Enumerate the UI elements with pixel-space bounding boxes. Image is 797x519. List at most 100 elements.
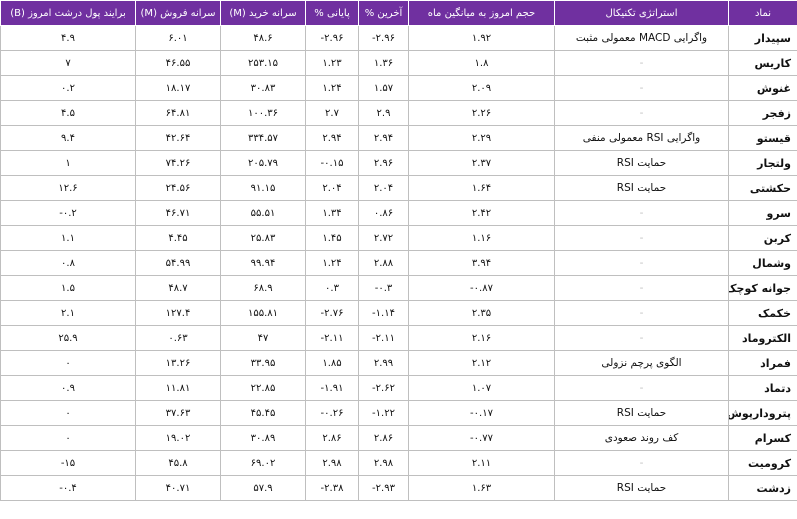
- cell-volume: ۱.۶۳: [408, 475, 555, 501]
- table-row[interactable]: کرومیت -۲.۱۱ ۲.۹۸ ۲.۹۸ ۶۹.۰۲ ۴۵.۸ -۱۵: [0, 450, 797, 476]
- cell-buy-per-capita: ۳۳۴.۵۷: [220, 125, 306, 151]
- table-row[interactable]: زدشت حمایت RSI ۱.۶۳ -۲.۹۳ -۲.۳۸ ۵۷.۹ ۴۰.۷۱ -۰.۴: [0, 475, 797, 501]
- cell-buy-per-capita: ۶۹.۰۲: [220, 450, 306, 476]
- cell-sell-per-capita: ۳۷.۶۳: [135, 400, 221, 426]
- cell-last-percent: ۱.۵۷: [358, 75, 409, 101]
- cell-strategy: -: [554, 75, 729, 101]
- col-header-buy-per-capita[interactable]: سرانه خرید (M): [220, 0, 306, 26]
- cell-symbol: فمراد: [728, 350, 797, 376]
- cell-net-money: ۱.۱: [0, 225, 136, 251]
- cell-symbol: ولتجار: [728, 150, 797, 176]
- col-header-strategy[interactable]: استراتژی تکنیکال: [554, 0, 729, 26]
- cell-last-percent: -۱.۱۴: [358, 300, 409, 326]
- cell-symbol: زفجر: [728, 100, 797, 126]
- table-row[interactable]: غنوش -۲.۰۹ ۱.۵۷ ۱.۲۴ ۳۰.۸۳ ۱۸.۱۷ ۰.۲: [0, 75, 797, 101]
- cell-volume: ۲.۳۷: [408, 150, 555, 176]
- cell-strategy: کف روند صعودی: [554, 425, 729, 451]
- cell-symbol: کسرام: [728, 425, 797, 451]
- table-row[interactable]: قیستو واگرایی RSI معمولی منفی ۲.۲۹ ۲.۹۴ ۲.۹۴…: [0, 125, 797, 151]
- cell-buy-per-capita: ۲۲.۸۵: [220, 375, 306, 401]
- cell-strategy: الگوی پرچم نزولی: [554, 350, 729, 376]
- cell-strategy: -: [554, 275, 729, 301]
- cell-volume: ۲.۲۹: [408, 125, 555, 151]
- table-row[interactable]: زفجر -۲.۲۶ ۲.۹ ۲.۷ ۱۰۰.۳۶ ۶۴.۸۱ ۴.۵: [0, 100, 797, 126]
- cell-symbol: حکشتی: [728, 175, 797, 201]
- table-row[interactable]: حکشتی حمایت RSI ۱.۶۴ ۲.۰۴ ۲.۰۴ ۹۱.۱۵ ۲۴.۵۶ ۱۲.۶: [0, 175, 797, 201]
- cell-symbol: سپیدار: [728, 25, 797, 51]
- cell-last-percent: -۱.۲۲: [358, 400, 409, 426]
- table-row[interactable]: فمراد الگوی پرچم نزولی ۲.۱۲ ۲.۹۹ ۱.۸۵ ۳۳.۹۵ ۱۳…: [0, 350, 797, 376]
- col-header-final[interactable]: پایانی %: [305, 0, 359, 26]
- table-row[interactable]: خکمک -۲.۳۵ -۱.۱۴ -۲.۷۶ ۱۵۵.۸۱ ۱۲۷.۴ ۲.۱: [0, 300, 797, 326]
- cell-final-percent: -۲.۹۶: [305, 25, 359, 51]
- cell-symbol: دتماد: [728, 375, 797, 401]
- col-header-net-money[interactable]: برایند پول درشت امروز (B): [0, 0, 136, 26]
- cell-buy-per-capita: ۴۸.۶: [220, 25, 306, 51]
- cell-volume: ۲.۱۲: [408, 350, 555, 376]
- cell-net-money: ۴.۹: [0, 25, 136, 51]
- cell-sell-per-capita: ۵۴.۹۹: [135, 250, 221, 276]
- table-row[interactable]: کربن -۱.۱۶ ۲.۷۲ ۱.۴۵ ۲۵.۸۳ ۴.۴۵ ۱.۱: [0, 225, 797, 251]
- cell-last-percent: ۰.۸۶: [358, 200, 409, 226]
- table-row[interactable]: پترودارپوش حمایت RSI -۰.۱۷ -۱.۲۲ -۰.۲۶ ۴۵.۴۵ ۳…: [0, 400, 797, 426]
- cell-strategy: واگرایی RSI معمولی منفی: [554, 125, 729, 151]
- screener-table-container: نماد استراتژی تکنیکال حجم امروز به میانگ…: [0, 0, 797, 519]
- cell-final-percent: ۲.۰۴: [305, 175, 359, 201]
- cell-strategy: حمایت RSI: [554, 150, 729, 176]
- table-row[interactable]: کاریس -۱.۸ ۱.۳۶ ۱.۲۳ ۲۵۳.۱۵ ۴۶.۵۵ ۷: [0, 50, 797, 76]
- cell-final-percent: ۱.۲۴: [305, 250, 359, 276]
- cell-volume: -۰.۷۷: [408, 425, 555, 451]
- cell-sell-per-capita: ۱۱.۸۱: [135, 375, 221, 401]
- table-row[interactable]: دتماد -۱.۰۷ -۲.۶۲ -۱.۹۱ ۲۲.۸۵ ۱۱.۸۱ ۰.۹: [0, 375, 797, 401]
- cell-final-percent: -۲.۷۶: [305, 300, 359, 326]
- cell-volume: ۲.۳۵: [408, 300, 555, 326]
- cell-buy-per-capita: ۶۸.۹: [220, 275, 306, 301]
- cell-symbol: زدشت: [728, 475, 797, 501]
- cell-net-money: ۲۵.۹: [0, 325, 136, 351]
- table-row[interactable]: سرو -۲.۴۲ ۰.۸۶ ۱.۳۴ ۵۵.۵۱ ۴۶.۷۱ -۰.۲: [0, 200, 797, 226]
- cell-final-percent: ۲.۹۸: [305, 450, 359, 476]
- cell-net-money: ۱: [0, 150, 136, 176]
- table-row[interactable]: جوانه کوچک - -۰.۸۷ -۰.۳ ۰.۳ ۶۸.۹ ۴۸.۷ ۱.۵: [0, 275, 797, 301]
- cell-symbol: سرو: [728, 200, 797, 226]
- cell-net-money: ۰: [0, 350, 136, 376]
- cell-net-money: -۰.۲: [0, 200, 136, 226]
- cell-volume: ۱.۹۲: [408, 25, 555, 51]
- cell-strategy: -: [554, 100, 729, 126]
- cell-last-percent: ۲.۹۹: [358, 350, 409, 376]
- cell-net-money: ۲.۱: [0, 300, 136, 326]
- col-header-symbol[interactable]: نماد: [728, 0, 797, 26]
- cell-sell-per-capita: ۴۲.۶۴: [135, 125, 221, 151]
- table-row[interactable]: وشمال -۳.۹۴ ۲.۸۸ ۱.۲۴ ۹۹.۹۴ ۵۴.۹۹ ۰.۸: [0, 250, 797, 276]
- table-row[interactable]: الکتروماد -۲.۱۶ -۲.۱۱ -۲.۱۱ ۴۷ ۰.۶۳ ۲۵.۹: [0, 325, 797, 351]
- cell-final-percent: ۱.۲۳: [305, 50, 359, 76]
- cell-volume: ۱.۶۴: [408, 175, 555, 201]
- cell-net-money: ۰.۸: [0, 250, 136, 276]
- cell-last-percent: ۲.۹۸: [358, 450, 409, 476]
- cell-buy-per-capita: ۳۰.۸۹: [220, 425, 306, 451]
- cell-symbol: جوانه کوچک: [728, 275, 797, 301]
- cell-buy-per-capita: ۵۵.۵۱: [220, 200, 306, 226]
- cell-volume: ۲.۰۹: [408, 75, 555, 101]
- cell-volume: ۱.۱۶: [408, 225, 555, 251]
- col-header-sell-per-capita[interactable]: سرانه فروش (M): [135, 0, 221, 26]
- cell-final-percent: -۲.۳۸: [305, 475, 359, 501]
- cell-volume: ۲.۴۲: [408, 200, 555, 226]
- cell-strategy: -: [554, 450, 729, 476]
- cell-sell-per-capita: ۱۸.۱۷: [135, 75, 221, 101]
- cell-strategy: حمایت RSI: [554, 175, 729, 201]
- cell-buy-per-capita: ۴۷: [220, 325, 306, 351]
- cell-volume: -۰.۸۷: [408, 275, 555, 301]
- cell-net-money: ۰: [0, 425, 136, 451]
- col-header-volume[interactable]: حجم امروز به میانگین ماه: [408, 0, 555, 26]
- cell-sell-per-capita: ۷۴.۲۶: [135, 150, 221, 176]
- table-row[interactable]: سپیدار واگرایی MACD معمولی مثبت ۱.۹۲ -۲.۹۶-…: [0, 25, 797, 51]
- cell-symbol: خکمک: [728, 300, 797, 326]
- table-row[interactable]: کسرام کف روند صعودی -۰.۷۷ ۲.۸۶ ۲.۸۶ ۳۰.۸۹ ۱۹.۰…: [0, 425, 797, 451]
- table-row[interactable]: ولتجار حمایت RSI ۲.۳۷ ۲.۹۶ -۰.۱۵ ۲۰۵.۷۹ ۷۴.۲۶ ۱: [0, 150, 797, 176]
- table-body: سپیدار واگرایی MACD معمولی مثبت ۱.۹۲ -۲.۹۶-…: [0, 25, 797, 501]
- cell-net-money: ۷: [0, 50, 136, 76]
- cell-sell-per-capita: ۴۶.۷۱: [135, 200, 221, 226]
- cell-strategy: -: [554, 375, 729, 401]
- col-header-last[interactable]: آخرین %: [358, 0, 409, 26]
